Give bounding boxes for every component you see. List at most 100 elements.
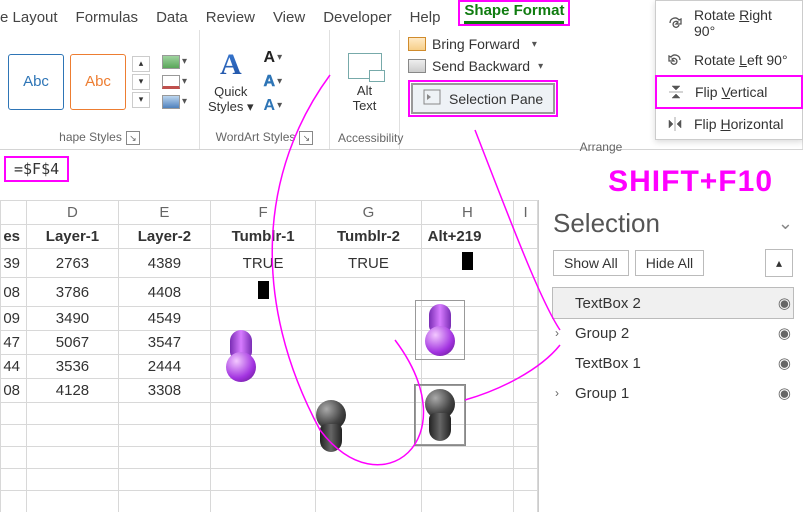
cell[interactable] <box>421 249 514 278</box>
cell[interactable]: 3536 <box>27 355 119 379</box>
block-char-icon <box>258 281 269 299</box>
cell[interactable]: TRUE <box>316 249 421 278</box>
rotate-right-label: Rotate Right 90° <box>694 7 792 39</box>
list-item[interactable]: ›Group 1◉ <box>553 378 793 408</box>
gallery-up-icon[interactable]: ▴ <box>132 56 150 72</box>
cell[interactable]: 09 <box>1 307 27 331</box>
cell[interactable]: 4389 <box>118 249 210 278</box>
shape-style-preset-2[interactable]: Abc <box>70 54 126 110</box>
shape-effects[interactable]: ▾ <box>162 95 187 109</box>
col-I[interactable]: I <box>514 201 538 225</box>
cell[interactable]: 3308 <box>118 379 210 403</box>
selection-pane-button[interactable]: Selection Pane <box>411 83 555 114</box>
col-H[interactable]: H <box>421 201 514 225</box>
cell[interactable]: 3490 <box>27 307 119 331</box>
shape-dark-knob-1[interactable] <box>310 400 352 452</box>
cell[interactable]: 5067 <box>27 331 119 355</box>
shape-fill[interactable]: ▾ <box>162 55 187 69</box>
shape-purple-knob-1[interactable] <box>220 330 262 382</box>
cell[interactable]: 39 <box>1 249 27 278</box>
text-fill-icon: A <box>264 49 276 67</box>
tab-review[interactable]: Review <box>206 9 255 26</box>
rotate-left-icon <box>666 51 684 69</box>
cell[interactable]: 08 <box>1 379 27 403</box>
send-backward[interactable]: Send Backward ▾ <box>408 58 558 74</box>
cell[interactable]: 44 <box>1 355 27 379</box>
chevron-down-icon: ▾ <box>532 39 537 50</box>
list-item[interactable]: TextBox 1◉ <box>553 348 793 378</box>
col-E[interactable]: E <box>118 201 210 225</box>
cell[interactable]: es <box>1 225 27 249</box>
eye-icon[interactable]: ◉ <box>778 324 791 342</box>
cell[interactable]: 4549 <box>118 307 210 331</box>
tab-developer[interactable]: Developer <box>323 9 391 26</box>
eye-icon[interactable]: ◉ <box>778 294 791 312</box>
show-all-button[interactable]: Show All <box>553 250 629 276</box>
dialog-launcher-icon[interactable]: ↘ <box>299 131 313 145</box>
cell[interactable]: Layer-2 <box>118 225 210 249</box>
tab-view[interactable]: View <box>273 9 305 26</box>
rotate-left-label: Rotate Left 90° <box>694 52 788 68</box>
cell[interactable]: 4408 <box>118 278 210 307</box>
cell[interactable]: TRUE <box>210 249 315 278</box>
reorder-up-button[interactable]: ▴ <box>765 249 793 277</box>
rotate-left-90[interactable]: Rotate Left 90° <box>656 45 802 75</box>
expand-icon[interactable]: › <box>555 386 569 400</box>
bring-forward[interactable]: Bring Forward ▾ <box>408 36 558 52</box>
shape-outline[interactable]: ▾ <box>162 75 187 89</box>
tab-page-layout[interactable]: e Layout <box>0 9 58 26</box>
cell[interactable]: Layer-1 <box>27 225 119 249</box>
dialog-launcher-icon[interactable]: ↘ <box>126 131 140 145</box>
formula-input[interactable]: =$F$4 <box>4 156 69 182</box>
tab-formulas[interactable]: Formulas <box>76 9 139 26</box>
list-item-label: Group 2 <box>575 325 629 342</box>
text-fill[interactable]: A▾ <box>264 49 283 67</box>
text-outline[interactable]: A▾ <box>264 73 283 91</box>
col-D[interactable]: D <box>27 201 119 225</box>
cell[interactable]: Tumblr-2 <box>316 225 421 249</box>
alt-text-button[interactable]: AltText <box>348 53 382 113</box>
cell[interactable]: 3547 <box>118 331 210 355</box>
list-item[interactable]: TextBox 2 ◉ <box>553 288 793 318</box>
send-backward-label: Send Backward <box>432 58 530 74</box>
col-G[interactable]: G <box>316 201 421 225</box>
gallery-more-icon[interactable]: ▾ <box>132 92 150 108</box>
cell[interactable]: 4128 <box>27 379 119 403</box>
flip-vertical[interactable]: Flip Vertical <box>655 75 803 109</box>
shape-dark-knob-2[interactable] <box>415 385 465 445</box>
shape-style-gallery-scroll[interactable]: ▴ ▾ ▾ <box>132 56 150 108</box>
col-F[interactable]: F <box>210 201 315 225</box>
quick-styles[interactable]: A QuickStyles ▾ <box>208 48 254 115</box>
tab-data[interactable]: Data <box>156 9 188 26</box>
gallery-down-icon[interactable]: ▾ <box>132 74 150 90</box>
chevron-down-icon[interactable]: ⌄ <box>778 213 793 234</box>
list-item-label: TextBox 2 <box>575 295 641 312</box>
cell[interactable]: 2763 <box>27 249 119 278</box>
rotate-right-90[interactable]: Rotate Right 90° <box>656 1 802 45</box>
quick-styles-label: QuickStyles ▾ <box>208 84 254 115</box>
shape-styles-group: Abc Abc ▴ ▾ ▾ ▾ ▾ ▾ hape Styles↘ <box>0 30 200 149</box>
cell[interactable]: 08 <box>1 278 27 307</box>
tab-help[interactable]: Help <box>410 9 441 26</box>
cell[interactable]: Tumblr-1 <box>210 225 315 249</box>
list-item[interactable]: › Group 2 ◉ <box>553 318 793 348</box>
cell[interactable]: 47 <box>1 331 27 355</box>
cell[interactable] <box>210 278 315 307</box>
eye-icon[interactable]: ◉ <box>778 354 791 372</box>
worksheet[interactable]: D E F G H I es Layer-1 Layer-2 Tumblr-1 … <box>0 200 538 512</box>
fill-bucket-icon <box>162 55 180 69</box>
expand-icon[interactable]: › <box>555 326 569 340</box>
hide-all-button[interactable]: Hide All <box>635 250 704 276</box>
shape-purple-knob-2[interactable] <box>415 300 465 360</box>
shape-style-preset-1[interactable]: Abc <box>8 54 64 110</box>
flip-horizontal[interactable]: Flip Horizontal <box>656 109 802 139</box>
eye-icon[interactable]: ◉ <box>778 384 791 402</box>
tab-shape-format[interactable]: Shape Format <box>458 0 570 26</box>
main-area: D E F G H I es Layer-1 Layer-2 Tumblr-1 … <box>0 200 803 512</box>
accessibility-label: Accessibility <box>338 131 391 147</box>
cell[interactable]: 3786 <box>27 278 119 307</box>
rotate-right-icon <box>666 14 684 32</box>
cell[interactable]: Alt+219 <box>421 225 514 249</box>
cell[interactable]: 2444 <box>118 355 210 379</box>
text-effects[interactable]: A▾ <box>264 97 283 115</box>
